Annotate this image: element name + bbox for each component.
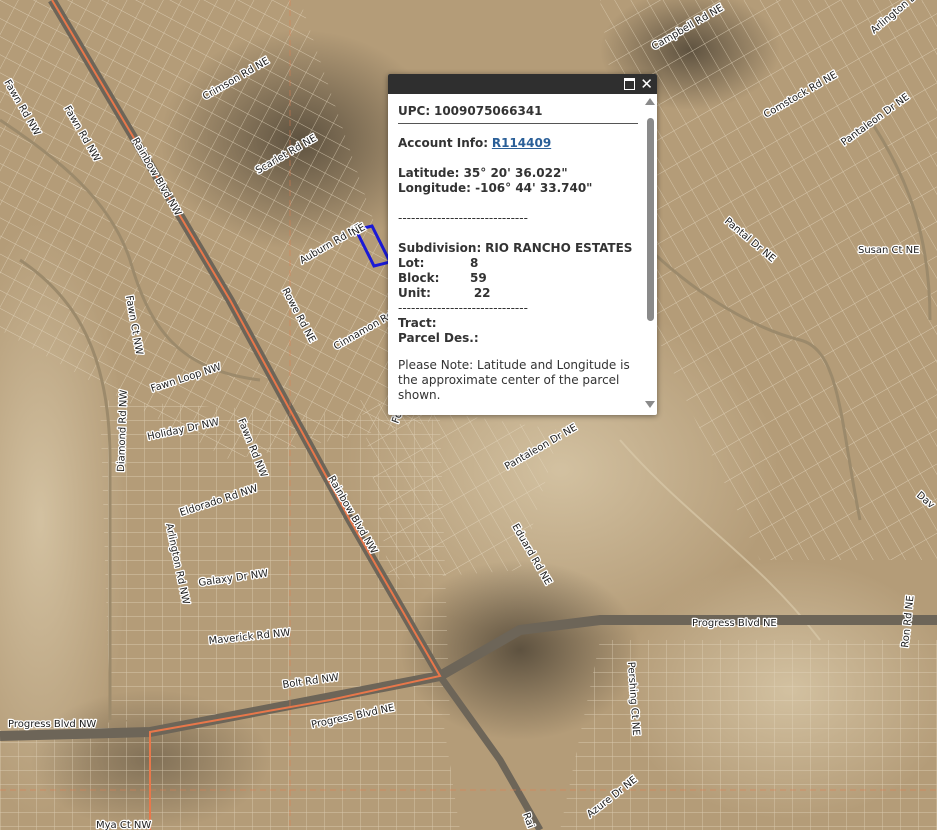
- popup-content: UPC: 1009075066341 Account Info: R114409…: [398, 104, 638, 404]
- longitude-text: Longitude: -106° 44' 33.740": [398, 181, 593, 195]
- unit-value: 22: [473, 286, 491, 300]
- road-label-mya-ct-nw: Mya Ct NW: [96, 820, 151, 830]
- upc-label: UPC:: [398, 104, 431, 118]
- scroll-thumb[interactable]: [647, 118, 654, 321]
- popup-scrollbar[interactable]: [645, 98, 655, 408]
- lot-value: 8: [470, 256, 479, 270]
- lot-label: Lot:: [398, 256, 425, 270]
- dash-divider-1: ------------------------------: [398, 211, 528, 225]
- subdivision-label: Subdivision:: [398, 241, 482, 255]
- block-label: Block:: [398, 271, 440, 285]
- dash-divider-2: ------------------------------: [398, 301, 528, 315]
- unit-label: Unit:: [398, 286, 431, 300]
- latitude-text: Latitude: 35° 20' 36.022": [398, 166, 568, 180]
- account-label: Account Info:: [398, 136, 489, 150]
- subdivision-value: RIO RANCHO ESTATES: [485, 241, 633, 255]
- popup-title-bar: ✕: [388, 74, 657, 94]
- scroll-down-arrow-icon[interactable]: [645, 401, 655, 408]
- road-label-progress-blvd-nw: Progress Blvd NW: [8, 719, 96, 730]
- coordinates-note: Please Note: Latitude and Longitude is t…: [398, 358, 630, 402]
- parcel-des-label: Parcel Des.:: [398, 331, 479, 345]
- close-icon[interactable]: ✕: [640, 74, 653, 94]
- upc-row: UPC: 1009075066341: [398, 104, 638, 119]
- scroll-up-arrow-icon[interactable]: [645, 98, 655, 105]
- parcel-info-popup: ✕ UPC: 1009075066341 Account Info: R1144…: [388, 74, 657, 415]
- popup-divider-rule: [398, 123, 638, 124]
- lot-row: Lot: 8: [398, 256, 638, 271]
- account-row: Account Info: R114409: [398, 136, 638, 151]
- parcel-grid-southeast: [560, 640, 937, 830]
- subdivision-row: Subdivision: RIO RANCHO ESTATES: [398, 241, 638, 256]
- road-label-susan-ct-ne: Susan Ct NE: [858, 245, 919, 256]
- account-link[interactable]: R114409: [492, 136, 551, 150]
- upc-value: 1009075066341: [433, 104, 543, 118]
- road-label-progress-blvd-ne-right: Progress Blvd NE: [692, 618, 777, 629]
- tract-label: Tract:: [398, 316, 437, 330]
- block-row: Block: 59: [398, 271, 638, 286]
- block-value: 59: [470, 271, 487, 285]
- maximize-icon[interactable]: [624, 78, 635, 90]
- unit-row: Unit: 22: [398, 286, 638, 301]
